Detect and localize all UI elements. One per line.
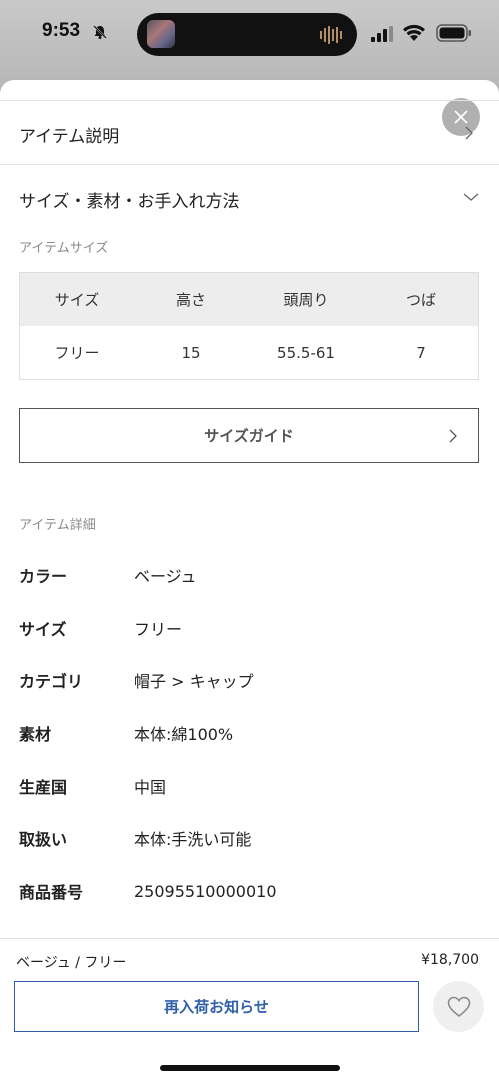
detail-value: 本体:綿100% [134,725,234,744]
status-time: 9:53 [42,20,81,41]
table-header-row: サイズ 高さ 頭周り つば [20,273,478,326]
detail-row-color: カラー ベージュ [19,564,197,586]
size-guide-button[interactable]: サイズガイド [19,408,479,463]
battery-icon [436,24,471,42]
detail-row-category: カテゴリ 帽子 > キャップ [19,669,254,691]
table-cell: 15 [181,343,201,362]
dynamic-island[interactable] [137,13,357,56]
divider [0,100,499,101]
detail-value: 中国 [134,778,167,797]
detail-value: ベージュ [134,567,197,586]
detail-key: 素材 [19,725,52,744]
detail-key: 商品番号 [19,883,84,902]
favorite-button[interactable] [433,981,484,1032]
table-header-cell: サイズ [54,291,100,309]
detail-key: カラー [19,567,68,586]
chevron-down-icon [463,193,479,201]
table-header-cell: 頭周り [283,291,329,309]
footer-divider [0,938,499,939]
table-header-cell: 高さ [175,291,206,309]
wifi-icon [403,24,425,41]
restock-notify-button[interactable]: 再入荷お知らせ [14,981,419,1032]
detail-key: 生産国 [19,778,68,797]
status-bar: 9:53 [0,0,499,78]
heart-icon [447,996,470,1017]
item-details-label: アイテム詳細 [19,518,96,533]
detail-row-product-number: 商品番号 25095510000010 [19,880,277,903]
bell-muted-icon [93,25,107,39]
detail-row-care: 取扱い 本体:手洗い可能 [19,827,251,849]
detail-value: 25095510000010 [134,881,277,901]
selected-variant: ベージュ / フリー [16,955,127,971]
table-header-cell: つば [405,291,436,309]
chevron-right-icon [449,429,457,443]
item-info-sheet: アイテム説明 サイズ・素材・お手入れ方法 アイテムサイズ サイズ 高さ 頭周り … [0,80,499,1080]
close-icon [454,110,468,124]
size-table: サイズ 高さ 頭周り つば フリー 15 55.5-61 7 [19,272,479,380]
now-playing-artwork [147,20,175,48]
size-guide-label: サイズガイド [204,427,294,445]
table-cell: 7 [416,343,426,362]
audio-wave-icon [320,26,342,44]
price: ¥18,700 [421,952,479,968]
accordion-title: サイズ・素材・お手入れ方法 [19,192,240,212]
detail-row-origin: 生産国 中国 [19,775,166,797]
table-cell: 55.5-61 [277,343,335,362]
chevron-right-icon [465,126,473,140]
restock-notify-label: 再入荷お知らせ [164,998,269,1016]
detail-row-material: 素材 本体:綿100% [19,722,233,744]
detail-key: サイズ [19,620,67,639]
detail-value: フリー [134,620,183,639]
cellular-signal-icon [371,26,393,42]
detail-key: 取扱い [19,830,68,849]
accordion-title: アイテム説明 [19,127,120,147]
divider [0,164,499,165]
detail-value: 帽子 > キャップ [134,672,254,691]
detail-key: カテゴリ [19,672,84,691]
detail-value: 本体:手洗い可能 [134,830,252,849]
table-row: フリー 15 55.5-61 7 [20,326,478,379]
home-indicator[interactable] [160,1065,340,1071]
detail-row-size: サイズ フリー [19,617,182,639]
item-size-label: アイテムサイズ [19,241,109,256]
table-cell: フリー [54,344,100,362]
